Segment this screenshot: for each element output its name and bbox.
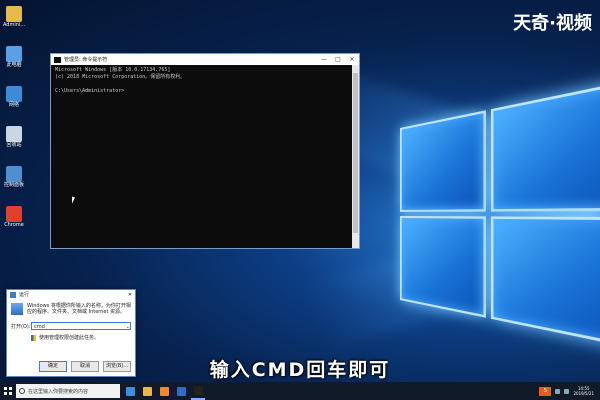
desktop-icon-control-panel[interactable]: 控制面板	[2, 166, 26, 188]
edge-icon	[125, 386, 135, 396]
cmd-console[interactable]: Microsoft Windows [版本 10.0.17134.765] (c…	[51, 65, 359, 248]
console-line: Microsoft Windows [版本 10.0.17134.765]	[55, 67, 171, 73]
desktop-icon-chrome[interactable]: Chrome	[2, 206, 26, 228]
cmd-title: 管理员: 命令提示符	[64, 57, 108, 63]
clock[interactable]: 14:55 2019/5/21	[573, 386, 594, 396]
run-description: Windows 将根据你所输入的名称，为你打开相应的程序、文件夹、文档或 Int…	[27, 303, 131, 315]
taskbar-app-app-blue[interactable]	[174, 382, 188, 400]
desktop-icon-label: 此电脑	[6, 62, 22, 68]
mouse-cursor-icon	[72, 196, 75, 205]
console-line: (c) 2018 Microsoft Corporation。保留所有权利。	[55, 74, 186, 80]
run-title: 运行	[19, 292, 30, 298]
taskbar: 在这里输入你要搜索的内容 5 14:55 2019/5/21	[0, 382, 600, 400]
control-panel-icon	[6, 166, 22, 182]
taskbar-search[interactable]: 在这里输入你要搜索的内容	[16, 384, 120, 398]
video-subtitle: 输入CMD回车即可	[209, 359, 391, 381]
search-placeholder: 在这里输入你要搜索的内容	[28, 388, 89, 395]
admin-shield-icon	[31, 334, 36, 341]
cmd-scrollbar[interactable]	[352, 65, 359, 248]
recycle-bin-icon	[6, 126, 22, 142]
network-icon	[6, 86, 22, 102]
search-icon	[19, 388, 25, 394]
app-blue-icon	[176, 386, 186, 396]
desktop-icon-label: 网络	[8, 102, 19, 108]
taskbar-app-file-explorer[interactable]	[140, 382, 154, 400]
close-icon[interactable]: ✕	[345, 56, 359, 63]
desktop-icon-computer[interactable]: 此电脑	[2, 46, 26, 68]
windows-logo-wallpaper	[400, 81, 600, 347]
open-label: 打开(O):	[11, 323, 31, 330]
cmd-app-icon	[54, 56, 61, 63]
minimize-icon[interactable]: —	[317, 56, 331, 63]
admin-folder-icon	[6, 6, 22, 22]
desktop: Admini... 此电脑网络回收站控制面板 Chrome 天奇·视频 管理员: 命…	[0, 0, 600, 382]
brand-logo: 天奇·视频	[513, 13, 592, 34]
chrome-icon	[6, 206, 22, 222]
taskbar-app-command-prompt[interactable]	[191, 382, 205, 400]
taskbar-app-media-player[interactable]	[157, 382, 171, 400]
run-program-icon	[11, 303, 23, 315]
desktop-icon-admin-folder[interactable]: Admini...	[2, 6, 26, 28]
admin-note: 使用管理权限创建此任务。	[39, 335, 100, 341]
desktop-icon-label: 控制面板	[3, 182, 24, 188]
taskbar-app-edge[interactable]	[123, 382, 137, 400]
computer-icon	[6, 46, 22, 62]
media-player-icon	[159, 386, 169, 396]
desktop-icon-label: Admini...	[2, 22, 26, 28]
open-input-value: cmd	[34, 324, 45, 330]
close-icon[interactable]: ✕	[125, 292, 135, 298]
file-explorer-icon	[142, 386, 152, 396]
chevron-down-icon[interactable]: ⌄	[126, 323, 130, 330]
run-app-icon	[10, 291, 16, 298]
maximize-icon[interactable]: □	[331, 56, 345, 63]
tray-badge[interactable]: 5	[539, 386, 552, 396]
open-input[interactable]: cmd ⌄	[31, 322, 131, 330]
desktop-icon-network[interactable]: 网络	[2, 86, 26, 108]
scroll-thumb[interactable]	[353, 73, 358, 233]
cmd-window[interactable]: 管理员: 命令提示符 — □ ✕ Microsoft Windows [版本 1…	[50, 53, 360, 249]
clock-date: 2019/5/21	[573, 391, 594, 396]
console-prompt: C:\Users\Administrator>	[55, 88, 125, 94]
run-title-bar[interactable]: 运行 ✕	[7, 290, 135, 299]
system-tray: 5 14:55 2019/5/21	[539, 386, 600, 396]
desktop-icon-label: Chrome	[4, 222, 24, 228]
desktop-icon-recycle-bin[interactable]: 回收站	[2, 126, 26, 148]
desktop-icon-label: 回收站	[6, 142, 22, 148]
network-icon[interactable]	[555, 388, 561, 394]
command-prompt-icon	[193, 385, 203, 395]
cmd-title-bar[interactable]: 管理员: 命令提示符 — □ ✕	[51, 54, 359, 65]
volume-icon[interactable]	[564, 388, 570, 394]
windows-start-icon	[4, 387, 12, 395]
start-button[interactable]	[0, 382, 16, 400]
